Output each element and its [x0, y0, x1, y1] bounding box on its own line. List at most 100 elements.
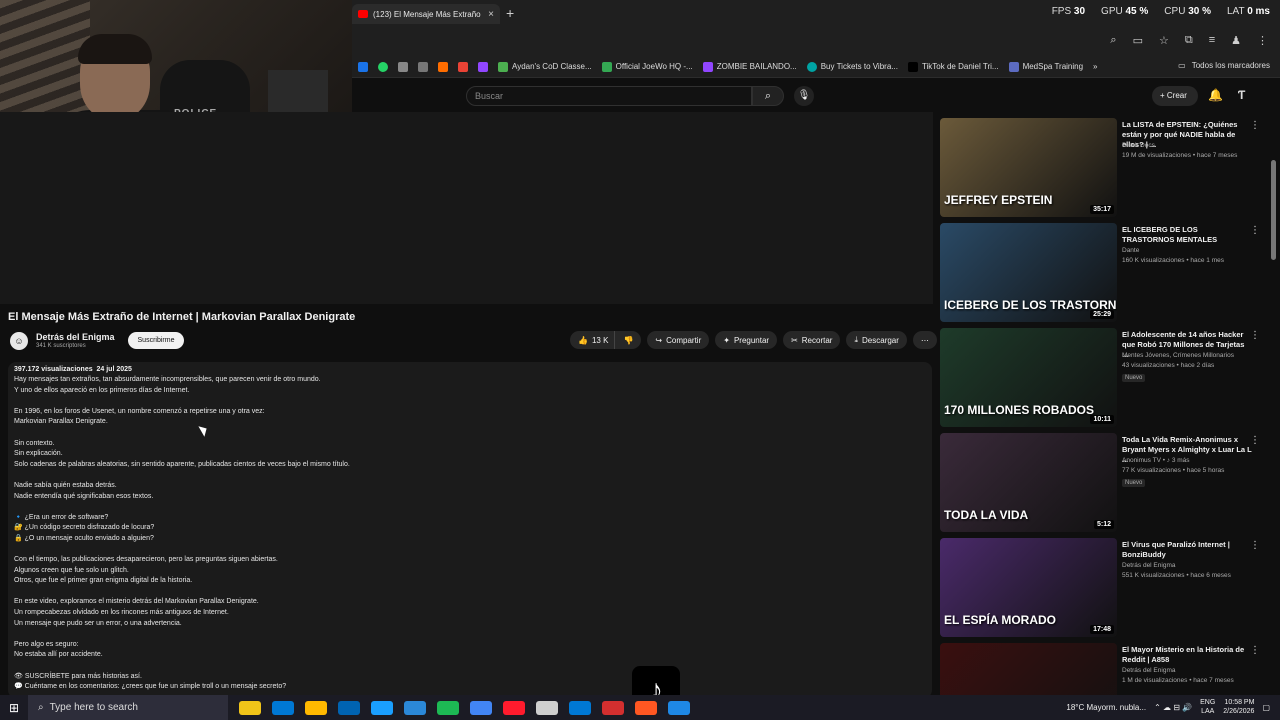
dislike-button[interactable]: 👎: [614, 331, 642, 349]
recommendation-item[interactable]: ICEBERG DE LOS TRASTORNOS MENTALES25:29E…: [940, 223, 1270, 323]
taskbar-app-icon[interactable]: [470, 700, 492, 715]
video-player[interactable]: [0, 112, 933, 304]
new-tab-button[interactable]: +: [506, 6, 514, 20]
cast-icon[interactable]: ▭: [1133, 34, 1143, 47]
taskbar-app-icon[interactable]: [272, 700, 294, 715]
notifications-bell-icon[interactable]: 🔔: [1208, 88, 1223, 102]
recommendation-item[interactable]: 170 MILLONES ROBADOS 10:11 El Adolescente …: [940, 328, 1270, 428]
tray-icons[interactable]: ⌃ ☁ ⊟ 🔊: [1154, 703, 1192, 712]
performance-overlay: FPS 30 GPU 45 % CPU 30 % LAT 0 ms: [1052, 6, 1270, 17]
bookmarks-overflow-button[interactable]: »: [1093, 62, 1097, 71]
channel-avatar[interactable]: ☺: [10, 332, 28, 350]
subscribe-button[interactable]: Suscribirme: [128, 332, 184, 349]
more-options-icon[interactable]: ⋮: [1250, 645, 1260, 656]
taskbar-app-icon[interactable]: [536, 700, 558, 715]
bookmark-gmail-icon[interactable]: [458, 61, 468, 72]
weather-text[interactable]: 18°C Mayorm. nubla...: [1066, 703, 1146, 712]
video-description[interactable]: 397.172 visualizaciones 24 jul 2025 Hay …: [8, 362, 932, 698]
create-button[interactable]: + Crear: [1152, 86, 1198, 106]
recommendation-channel[interactable]: Mentes Jóvenes, Crímenes Millonarios: [1122, 352, 1234, 359]
bookmark-item-0[interactable]: Aydan's CoD Classe...: [498, 61, 592, 72]
search-input[interactable]: Buscar: [466, 86, 752, 106]
bookmark-twitch-icon[interactable]: [478, 61, 488, 72]
taskbar-app-icon[interactable]: [404, 700, 426, 715]
tab-close-icon[interactable]: ×: [488, 9, 494, 20]
like-button[interactable]: 👍 13 K: [570, 331, 615, 349]
menu-icon[interactable]: ⋮: [1257, 34, 1268, 47]
search-button[interactable]: ⌕: [752, 86, 784, 106]
page-scrollbar[interactable]: [1271, 160, 1276, 260]
bookmark-pin-icon[interactable]: [358, 61, 368, 72]
recommendation-item[interactable]: TODA LA VIDA 5:12 Toda La Vida Remix-Anoni…: [940, 433, 1270, 533]
more-actions-button[interactable]: ⋯: [912, 331, 937, 349]
bookmark-icon-b[interactable]: [418, 61, 428, 72]
recommendation-title[interactable]: El Virus que Paralizó Internet | BonziBu…: [1122, 540, 1252, 560]
taskbar-app-icon[interactable]: [602, 700, 624, 715]
clip-button[interactable]: ✂ Recortar: [783, 331, 841, 349]
more-options-icon[interactable]: ⋮: [1250, 540, 1260, 551]
start-button[interactable]: ⊞: [0, 701, 28, 715]
bookmark-star-icon[interactable]: ☆: [1159, 34, 1169, 47]
download-button[interactable]: ⤓ Descargar: [846, 331, 907, 349]
clock[interactable]: 10:58 PM 2/26/2026: [1223, 698, 1254, 716]
taskbar-app-icon[interactable]: [668, 700, 690, 715]
downloads-icon[interactable]: ≡: [1209, 34, 1215, 47]
video-duration: 35:17: [1090, 205, 1114, 214]
description-line: Sin explicación.: [14, 450, 63, 458]
recommendation-thumbnail[interactable]: JEFFREY EPSTEIN 35:17: [940, 118, 1117, 217]
bookmark-item-5[interactable]: MedSpa Training: [1008, 61, 1083, 72]
recommendation-title[interactable]: El Mayor Misterio en la Historia de Redd…: [1122, 645, 1252, 665]
zoom-icon[interactable]: ⌕: [1110, 34, 1116, 47]
recommendation-title[interactable]: EL ICEBERG DE LOS TRASTORNOS MENTALES: [1122, 225, 1252, 245]
taskbar-app-icon[interactable]: [569, 700, 591, 715]
notifications-icon[interactable]: ▢: [1262, 703, 1270, 712]
profile-icon[interactable]: ♟: [1231, 34, 1241, 47]
recommendation-channel[interactable]: Dleck Docs: [1122, 142, 1155, 149]
recommendation-channel[interactable]: Detrás del Enigma: [1122, 667, 1175, 674]
description-line: 🔒 ¿O un mensaje oculto enviado a alguien…: [14, 534, 154, 542]
recommendation-thumbnail[interactable]: ICEBERG DE LOS TRASTORNOS MENTALES25:29: [940, 223, 1117, 322]
channel-name[interactable]: Detrás del Enigma: [36, 332, 115, 342]
share-button[interactable]: ↪ Compartir: [647, 331, 710, 349]
recommendation-thumbnail[interactable]: TODA LA VIDA 5:12: [940, 433, 1117, 532]
taskbar-app-icon[interactable]: [503, 700, 525, 715]
extensions-icon[interactable]: ⧉: [1185, 34, 1193, 47]
browser-tab[interactable]: (123) El Mensaje Más Extraño d ×: [352, 4, 500, 24]
recommendation-item[interactable]: EL ESPÍA MORADO 17:48 El Virus que Paraliz…: [940, 538, 1270, 638]
bookmark-item-2[interactable]: ZOMBIE BAILANDO...: [702, 61, 797, 72]
more-options-icon[interactable]: ⋮: [1250, 330, 1260, 341]
taskbar-app-icon[interactable]: [305, 700, 327, 715]
bookmark-whatsapp-icon[interactable]: [378, 61, 388, 72]
thumbnail-text: EL ESPÍA MORADO: [944, 613, 1057, 627]
voice-search-button[interactable]: 🎙: [794, 86, 814, 106]
bookmark-favicon-icon: [498, 61, 508, 72]
lat-value: 0 ms: [1247, 6, 1270, 17]
description-line: [14, 396, 926, 407]
recommendation-item[interactable]: JEFFREY EPSTEIN 35:17 La LISTA de EPSTEIN:…: [940, 118, 1270, 218]
taskbar-app-icon[interactable]: [338, 700, 360, 715]
all-bookmarks-button[interactable]: ▭ Todos los marcadores: [1178, 61, 1270, 70]
bookmark-item-3[interactable]: Buy Tickets to Vibra...: [806, 61, 898, 72]
recommendation-channel[interactable]: Dante: [1122, 247, 1139, 254]
language-indicator[interactable]: ENG LAA: [1200, 698, 1215, 716]
bookmark-icon-c[interactable]: [438, 61, 448, 72]
bookmark-item-4[interactable]: TikTok de Daniel Tri...: [907, 61, 999, 72]
taskbar-apps: [228, 700, 690, 715]
thumbnail-text: TODA LA VIDA: [944, 508, 1029, 522]
recommendation-channel[interactable]: Detrás del Enigma: [1122, 562, 1175, 569]
recommendation-thumbnail[interactable]: EL ESPÍA MORADO 17:48: [940, 538, 1117, 637]
taskbar-search[interactable]: ⌕ Type here to search: [28, 695, 228, 720]
taskbar-app-icon[interactable]: [239, 700, 261, 715]
more-options-icon[interactable]: ⋮: [1250, 120, 1260, 131]
bookmark-icon-a[interactable]: [398, 61, 408, 72]
taskbar-app-icon[interactable]: [371, 700, 393, 715]
taskbar-app-icon[interactable]: [635, 700, 657, 715]
ask-button[interactable]: ✦ Preguntar: [715, 331, 778, 349]
recommendation-channel[interactable]: Anonimus TV • ♪ 3 más: [1122, 457, 1190, 464]
taskbar-app-icon[interactable]: [437, 700, 459, 715]
account-avatar[interactable]: Ƭ: [1238, 88, 1254, 104]
bookmark-item-1[interactable]: Official JoeWo HQ -...: [601, 61, 693, 72]
more-options-icon[interactable]: ⋮: [1250, 225, 1260, 236]
recommendation-thumbnail[interactable]: 170 MILLONES ROBADOS 10:11: [940, 328, 1117, 427]
more-options-icon[interactable]: ⋮: [1250, 435, 1260, 446]
